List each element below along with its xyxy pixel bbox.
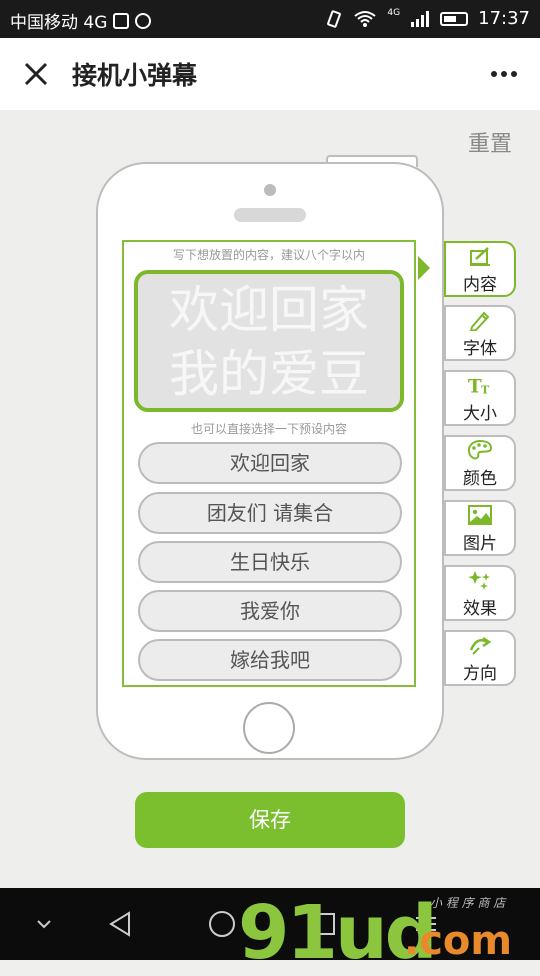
tab-label: 内容 [463,274,497,295]
text-size-icon: TT [467,373,493,397]
carrier-label: 中国移动 4G [10,13,108,33]
preset-option[interactable]: 生日快乐 [138,541,402,583]
status-right: 4G 17:37 [325,8,530,29]
reset-button[interactable]: 重置 [468,126,512,158]
phone-camera [264,184,276,196]
nav-down-button[interactable] [14,888,74,960]
home-circle-icon [209,911,235,937]
face-notification-icon [135,12,152,29]
wifi-icon [354,10,377,27]
page-title: 接机小弹幕 [72,61,198,90]
vibrate-icon [327,9,342,28]
signal-icon [411,10,430,27]
phone-speaker [234,208,306,222]
close-icon[interactable] [18,56,54,92]
tab-size[interactable]: TT 大小 [444,370,516,426]
chevron-down-icon [37,920,51,929]
back-triangle-icon [109,911,130,937]
tab-font[interactable]: 字体 [444,305,516,361]
tab-effect[interactable]: 效果 [444,565,516,621]
tab-label: 方向 [463,663,497,684]
tab-direction[interactable]: 方向 [444,630,516,686]
watermark-tagline: 小 程 序 商 店 [430,896,506,910]
watermark-domain: .com [404,918,513,964]
battery-icon [440,11,469,26]
content-hint: 写下想放置的内容，建议八个字以内 [172,248,365,262]
edit-content-icon [467,244,493,268]
dot-icon [491,71,497,77]
network-type: 4G [387,7,401,18]
tab-label: 大小 [463,403,497,424]
direction-icon [467,633,493,657]
pencil-icon [467,308,493,332]
tab-image[interactable]: 图片 [444,500,516,556]
preset-option[interactable]: 嫁给我吧 [138,639,402,681]
sparkle-icon [467,568,493,592]
svg-text:T: T [481,383,490,396]
status-left: 中国移动 4G [10,8,152,33]
tab-color[interactable]: 颜色 [444,435,516,491]
tab-label: 字体 [463,338,497,359]
tab-label: 效果 [463,598,497,619]
dot-icon [511,71,517,77]
preset-option[interactable]: 团友们 请集合 [138,492,402,534]
text-line-1: 欢迎回家 [169,281,369,339]
more-menu-button[interactable] [486,56,522,92]
active-tab-pointer [418,256,430,280]
tab-label: 图片 [463,533,497,554]
preset-option[interactable]: 欢迎回家 [138,442,402,484]
dot-icon [501,71,507,77]
preset-option[interactable]: 我爱你 [138,590,402,632]
palette-icon [467,438,493,462]
barrage-text-input[interactable]: 欢迎回家 我的爱豆 [134,270,404,412]
save-button[interactable]: 保存 [135,792,405,848]
phone-home-button [243,702,295,754]
text-line-2: 我的爱豆 [169,345,369,403]
tab-label: 颜色 [463,468,497,489]
clock: 17:37 [478,8,530,29]
svg-text:T: T [468,376,482,396]
tab-content[interactable]: 内容 [444,241,516,297]
image-icon [467,503,493,527]
nav-back-button[interactable] [90,888,150,960]
app-header: 接机小弹幕 [0,38,540,110]
preset-hint: 也可以直接选择一下预设内容 [190,422,347,436]
status-bar: 中国移动 4G 4G 17:37 [0,0,540,38]
image-notification-icon [113,12,130,29]
